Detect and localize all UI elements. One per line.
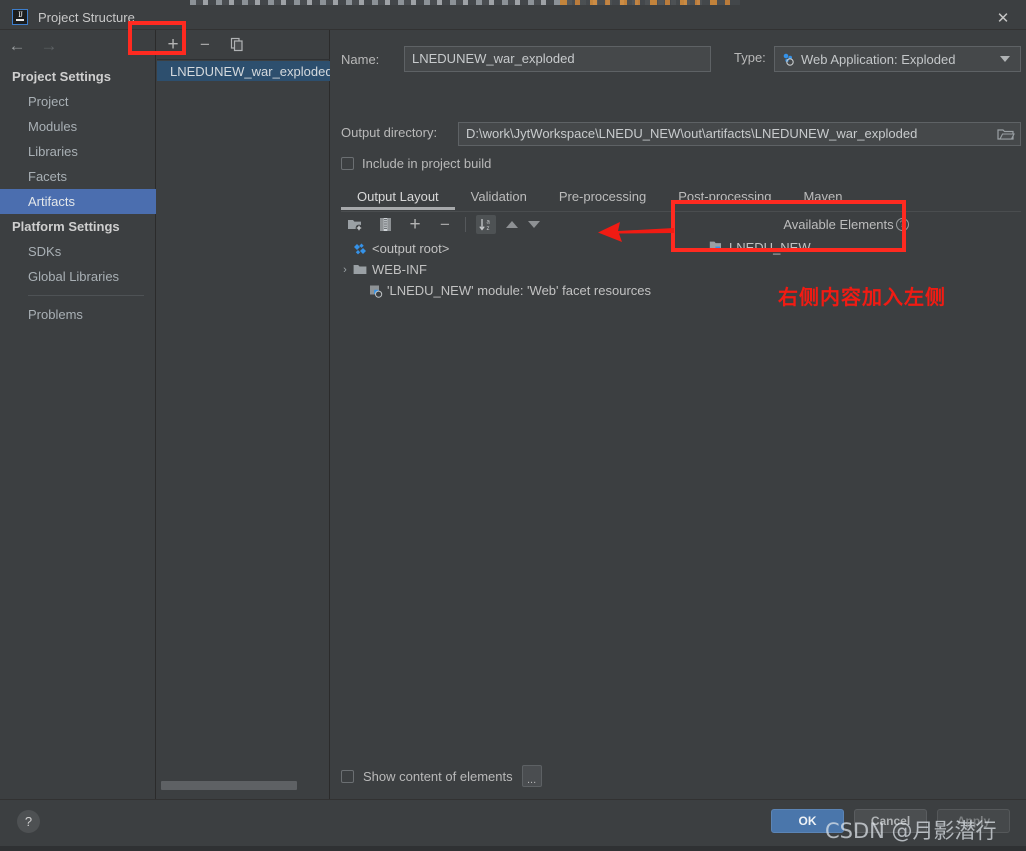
name-input[interactable]: LNEDUNEW_war_exploded — [404, 46, 711, 72]
artifacts-list-pane: + − LNEDUNEW_war_exploded — [157, 30, 330, 799]
move-up-icon[interactable] — [506, 220, 518, 228]
toolbar-divider — [465, 216, 466, 232]
navigation-arrows: ← → — [0, 30, 156, 60]
apply-button[interactable]: Apply — [937, 809, 1010, 833]
add-directory-icon — [348, 219, 363, 231]
help-button[interactable]: ? — [17, 810, 40, 833]
sidebar-item-sdks[interactable]: SDKs — [0, 239, 156, 264]
settings-categories-pane: ← → Project Settings Project Modules Lib… — [0, 30, 156, 799]
svg-text:z: z — [487, 226, 490, 232]
include-in-build-label: Include in project build — [362, 156, 492, 171]
sidebar-item-libraries[interactable]: Libraries — [0, 139, 156, 164]
folder-icon — [997, 129, 1015, 140]
ok-button[interactable]: OK — [771, 809, 844, 833]
output-directory-row: Output directory: D:\work\JytWorkspace\L… — [341, 122, 1021, 146]
tab-validation[interactable]: Validation — [455, 186, 543, 210]
type-label: Type: — [734, 50, 766, 65]
tab-pre-processing[interactable]: Pre-processing — [543, 186, 662, 210]
available-elements-header: Available Elements ? — [671, 215, 1021, 233]
settings-category-list: Project Settings Project Modules Librari… — [0, 64, 156, 327]
artifact-name: LNEDUNEW_war_exploded — [170, 63, 330, 79]
remove-element-button[interactable]: − — [435, 214, 455, 234]
tree-row[interactable]: › WEB-INF — [337, 259, 667, 280]
artifacts-list: LNEDUNEW_war_exploded — [157, 61, 330, 81]
element-label: LNEDU_NEW — [729, 239, 811, 255]
show-content-row: Show content of elements ... — [341, 765, 542, 787]
output-directory-input[interactable]: D:\work\JytWorkspace\LNEDU_NEW\out\artif… — [458, 122, 1021, 146]
tree-label: 'LNEDU_NEW' module: 'Web' facet resource… — [387, 283, 652, 298]
tree-twisty-collapsed[interactable]: › — [337, 264, 353, 276]
tabs-divider — [341, 211, 1021, 212]
artifact-detail-pane: Name: LNEDUNEW_war_exploded Type: Web Ap… — [331, 30, 1026, 799]
svg-text:a: a — [487, 219, 491, 225]
group-platform-settings: Platform Settings — [12, 219, 120, 234]
available-elements-label: Available Elements — [783, 216, 894, 232]
sidebar-divider — [28, 295, 144, 296]
output-root-icon — [354, 243, 366, 254]
sort-elements-button[interactable]: a z — [476, 214, 496, 234]
folder-icon — [353, 265, 367, 274]
project-structure-dialog: Project Structure ✕ ← → Project Settings… — [0, 0, 1026, 851]
group-project-settings: Project Settings — [12, 69, 111, 84]
artifacts-horizontal-scrollbar[interactable] — [159, 780, 328, 791]
list-item[interactable]: LNEDU_NEW — [676, 237, 1016, 257]
add-element-button[interactable]: + — [405, 214, 425, 234]
window-bottom-edge — [0, 846, 1026, 851]
dialog-footer: ? OK Cancel Apply — [0, 799, 1026, 851]
annotation-arrow-icon — [598, 222, 674, 242]
cancel-button[interactable]: Cancel — [854, 809, 927, 833]
intellij-logo-icon — [12, 9, 28, 25]
sidebar-item-problems[interactable]: Problems — [0, 302, 156, 327]
copy-icon — [230, 37, 243, 52]
module-icon — [709, 241, 721, 252]
add-archive-icon — [379, 217, 391, 231]
close-icon[interactable]: ✕ — [980, 5, 1026, 30]
include-in-build-row[interactable]: Include in project build — [341, 156, 491, 171]
dialog-body: ← → Project Settings Project Modules Lib… — [0, 30, 1026, 799]
back-arrow-icon[interactable]: ← — [8, 37, 26, 54]
detail-tabs: Output Layout Validation Pre-processing … — [341, 185, 1021, 210]
facet-resources-icon — [370, 285, 383, 298]
scrollbar-thumb[interactable] — [161, 781, 297, 790]
forward-arrow-icon[interactable]: → — [40, 37, 58, 54]
show-content-checkbox[interactable] — [341, 769, 354, 783]
output-directory-label: Output directory: — [341, 125, 438, 140]
name-type-row: Name: LNEDUNEW_war_exploded Type: Web Ap… — [341, 46, 1021, 72]
create-directory-button[interactable] — [345, 214, 365, 234]
list-item[interactable]: LNEDUNEW_war_exploded — [157, 61, 330, 81]
include-in-build-checkbox[interactable] — [341, 157, 354, 170]
artifacts-toolbar: + − — [157, 30, 330, 60]
dialog-titlebar: Project Structure ✕ — [0, 5, 1026, 30]
browse-folder-button[interactable] — [997, 126, 1015, 141]
move-down-icon[interactable] — [528, 220, 540, 228]
tab-output-layout[interactable]: Output Layout — [341, 186, 455, 210]
help-circle-icon[interactable]: ? — [895, 217, 909, 231]
tree-label: WEB-INF — [372, 262, 427, 277]
tree-label: <output root> — [372, 241, 450, 256]
name-label: Name: — [341, 51, 380, 67]
show-content-label: Show content of elements — [363, 768, 513, 784]
dialog-title: Project Structure — [38, 9, 135, 25]
more-options-button[interactable]: ... — [521, 765, 542, 787]
create-archive-button[interactable] — [375, 214, 395, 234]
sidebar-item-facets[interactable]: Facets — [0, 164, 156, 189]
sidebar-item-project[interactable]: Project — [0, 89, 156, 114]
remove-artifact-button[interactable]: − — [195, 35, 215, 55]
sidebar-item-artifacts[interactable]: Artifacts — [0, 189, 156, 214]
web-artifact-icon — [783, 53, 794, 66]
tab-maven[interactable]: Maven — [787, 186, 858, 210]
chevron-down-icon — [1000, 56, 1010, 62]
available-elements-list: LNEDU_NEW — [676, 237, 1016, 257]
sidebar-item-modules[interactable]: Modules — [0, 114, 156, 139]
copy-artifact-button[interactable] — [227, 35, 247, 55]
annotation-note-text: 右侧内容加入左侧 — [778, 285, 946, 309]
output-layout-tree: <output root> › WEB-INF 'LNEDU_NEW' modu… — [337, 238, 667, 301]
add-artifact-button[interactable]: + — [163, 35, 183, 55]
tree-row[interactable]: 'LNEDU_NEW' module: 'Web' facet resource… — [337, 280, 667, 301]
type-value: Web Application: Exploded — [801, 51, 956, 67]
sort-az-icon: a z — [479, 218, 491, 232]
type-select[interactable]: Web Application: Exploded — [774, 46, 1021, 72]
sidebar-item-global-libraries[interactable]: Global Libraries — [0, 264, 156, 289]
tab-post-processing[interactable]: Post-processing — [662, 186, 787, 210]
